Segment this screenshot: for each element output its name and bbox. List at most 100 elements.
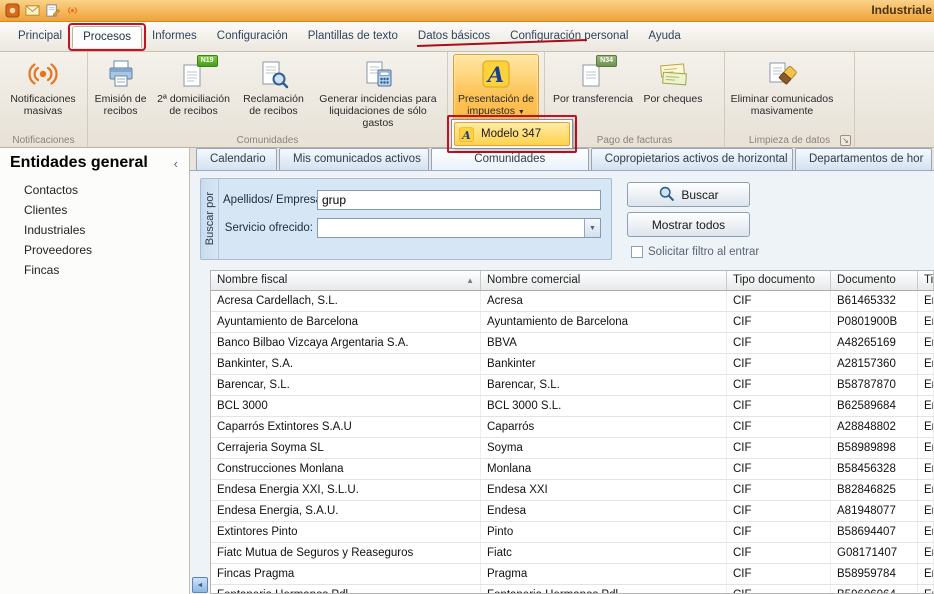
table-cell: B58959784 xyxy=(831,564,918,584)
table-row[interactable]: Endesa Energia, S.A.U.EndesaCIFA81948077… xyxy=(211,501,934,522)
column-header-nombre-fiscal[interactable]: Nombre fiscal ▲ xyxy=(211,271,481,290)
table-row[interactable]: Ayuntamiento de BarcelonaAyuntamiento de… xyxy=(211,312,934,333)
table-row[interactable]: Bankinter, S.A.BankinterCIFA28157360Em xyxy=(211,354,934,375)
table-cell: Endesa Energia XXI, S.L.U. xyxy=(211,480,481,500)
column-header-documento[interactable]: Documento xyxy=(831,271,918,290)
svg-text:A: A xyxy=(486,62,504,87)
app-icon[interactable] xyxy=(4,3,20,19)
checkbox-label: Solicitar filtro al entrar xyxy=(648,246,759,258)
column-header-tipo-documento[interactable]: Tipo documento xyxy=(727,271,831,290)
table-row[interactable]: Acresa Cardellach, S.L.AcresaCIFB6146533… xyxy=(211,291,934,312)
table-cell: Em xyxy=(918,354,934,374)
window-title: Industriale xyxy=(871,3,932,17)
table-row[interactable]: Fincas PragmaPragmaCIFB58959784Em xyxy=(211,564,934,585)
dialog-launcher-icon[interactable]: ↘ xyxy=(840,135,851,146)
tab-copropietarios-activos-de-horizontal[interactable]: Copropietarios activos de horizontal xyxy=(591,148,793,170)
table-cell: Fontaneria Hermanos Pdl xyxy=(211,585,481,594)
table-cell: Fiatc Mutua de Seguros y Reaseguros xyxy=(211,543,481,563)
menu-tab-principal[interactable]: Principal xyxy=(8,26,72,48)
button-label: Por cheques xyxy=(644,93,703,105)
table-cell: CIF xyxy=(727,333,831,353)
table-cell: Pragma xyxy=(481,564,727,584)
table-cell: G08171407 xyxy=(831,543,918,563)
menu-item-modelo-347[interactable]: A Modelo 347 xyxy=(454,122,570,146)
tab-departamentos-de-hor[interactable]: Departamentos de hor xyxy=(795,148,932,170)
table-cell: Caparrós Extintores S.A.U xyxy=(211,417,481,437)
sidebar-item-contactos[interactable]: Contactos xyxy=(0,180,189,200)
table-row[interactable]: Barencar, S.L.Barencar, S.L.CIFB58787870… xyxy=(211,375,934,396)
table-row[interactable]: Extintores PintoPintoCIFB58694407Em xyxy=(211,522,934,543)
table-cell: Em xyxy=(918,564,934,584)
table-cell: Soyma xyxy=(481,438,727,458)
table-row[interactable]: Cerrajeria Soyma SLSoymaCIFB58989898Em xyxy=(211,438,934,459)
table-cell: CIF xyxy=(727,459,831,479)
broadcast-icon[interactable] xyxy=(64,3,80,19)
apellidos-empresa-input[interactable] xyxy=(317,190,601,210)
table-cell: CIF xyxy=(727,522,831,542)
chevron-down-icon[interactable]: ▼ xyxy=(584,219,600,237)
work-area: Buscar por Apellidos/ Empresa: Servicio … xyxy=(190,171,934,594)
menu-tab-configuracion-personal[interactable]: Configuración personal xyxy=(500,26,638,48)
generar-incidencias-button[interactable]: Generar incidencias para liquidaciones d… xyxy=(312,54,444,130)
eliminar-comunicados-button[interactable]: Eliminar comunicados masivamente xyxy=(728,54,836,130)
scrollbar-button[interactable]: ◄ xyxy=(192,577,208,593)
table-cell: Ayuntamiento de Barcelona xyxy=(481,312,727,332)
table-cell: B58787870 xyxy=(831,375,918,395)
tab-mis-comunicados-activos[interactable]: Mis comunicados activos xyxy=(279,148,429,170)
checkbox-icon[interactable] xyxy=(631,246,643,258)
emision-de-recibos-button[interactable]: Emisión de recibos xyxy=(91,54,150,130)
claim-document-icon xyxy=(257,58,289,90)
table-cell: B59606064 xyxy=(831,585,918,594)
mostrar-todos-button[interactable]: Mostrar todos xyxy=(627,212,750,237)
column-header-tip[interactable]: Tip xyxy=(918,271,934,290)
table-cell: Em xyxy=(918,375,934,395)
reclamacion-de-recibos-button[interactable]: Reclamación de recibos xyxy=(237,54,310,130)
menu-tab-informes[interactable]: Informes xyxy=(142,26,207,48)
button-label: Emisión de recibos xyxy=(92,93,149,117)
table-row[interactable]: BCL 3000BCL 3000 S.L.CIFB62589684Em xyxy=(211,396,934,417)
segunda-domiciliacion-button[interactable]: N19 2ª domiciliación de recibos xyxy=(152,54,235,130)
table-cell: CIF xyxy=(727,354,831,374)
por-cheques-button[interactable]: Por cheques xyxy=(640,54,706,130)
menu-tab-configuracion[interactable]: Configuración xyxy=(207,26,298,48)
sidebar-item-proveedores[interactable]: Proveedores xyxy=(0,240,189,260)
group-label: Comunidades xyxy=(88,135,447,146)
ribbon-spacer xyxy=(855,52,934,147)
solicitar-filtro-checkbox[interactable]: Solicitar filtro al entrar xyxy=(631,246,759,258)
table-cell: B62589684 xyxy=(831,396,918,416)
sidebar-item-fincas[interactable]: Fincas xyxy=(0,260,189,280)
table-cell: Em xyxy=(918,312,934,332)
table-cell: Em xyxy=(918,480,934,500)
table-row[interactable]: Endesa Energia XXI, S.L.U.Endesa XXICIFB… xyxy=(211,480,934,501)
table-row[interactable]: Construcciones MonlanaMonlanaCIFB5845632… xyxy=(211,459,934,480)
table-row[interactable]: Fiatc Mutua de Seguros y ReasegurosFiatc… xyxy=(211,543,934,564)
sidebar: Entidades general ‹ ContactosClientesInd… xyxy=(0,148,190,594)
menu-tab-plantillas-de-texto[interactable]: Plantillas de texto xyxy=(298,26,408,48)
table-cell: Em xyxy=(918,522,934,542)
mail-icon[interactable] xyxy=(24,3,40,19)
table-cell: Endesa Energia, S.A.U. xyxy=(211,501,481,521)
sidebar-item-industriales[interactable]: Industriales xyxy=(0,220,189,240)
dropdown-item-label: Modelo 347 xyxy=(481,128,541,140)
buscar-button[interactable]: Buscar xyxy=(627,182,750,207)
red-annotation-dropdown: A Modelo 347 xyxy=(447,115,577,153)
tab-calendario[interactable]: Calendario xyxy=(196,148,277,170)
compose-icon[interactable] xyxy=(44,3,60,19)
column-header-nombre-comercial[interactable]: Nombre comercial xyxy=(481,271,727,290)
table-row[interactable]: Fontaneria Hermanos PdlFontaneria Herman… xyxy=(211,585,934,594)
sidebar-item-clientes[interactable]: Clientes xyxy=(0,200,189,220)
table-cell: Fiatc xyxy=(481,543,727,563)
servicio-ofrecido-combobox[interactable]: ▼ xyxy=(317,218,601,238)
menubar-items: PrincipalProcesosInformesConfiguraciónPl… xyxy=(8,26,691,48)
notificaciones-masivas-button[interactable]: Notificaciones masivas xyxy=(3,54,83,130)
direct-debit-document-icon: N19 xyxy=(178,58,210,90)
table-cell: Caparrós xyxy=(481,417,727,437)
collapse-chevron-icon[interactable]: ‹ xyxy=(171,156,181,171)
menu-tab-ayuda[interactable]: Ayuda xyxy=(638,26,690,48)
n19-badge: N19 xyxy=(197,55,218,67)
table-row[interactable]: Banco Bilbao Vizcaya Argentaria S.A.BBVA… xyxy=(211,333,934,354)
menu-tab-procesos[interactable]: Procesos xyxy=(72,26,142,48)
table-row[interactable]: Caparrós Extintores S.A.UCaparrósCIFA288… xyxy=(211,417,934,438)
tax-agency-icon: A xyxy=(480,58,512,90)
table-cell: Acresa xyxy=(481,291,727,311)
